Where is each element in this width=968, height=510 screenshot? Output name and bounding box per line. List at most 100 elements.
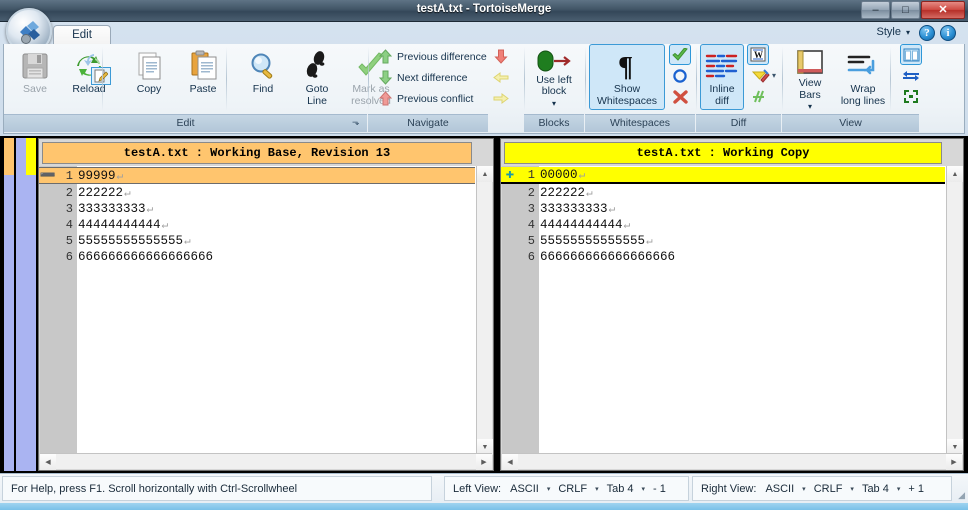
left-locator-bar-secondary[interactable] (16, 138, 26, 471)
view-bars-button[interactable]: View Bars ▾ (786, 44, 834, 113)
diff-words-button[interactable]: W (747, 44, 769, 65)
scroll-right-arrow-icon[interactable]: ▶ (946, 454, 962, 470)
table-row[interactable]: ➖ 1 99999 ↵ (39, 167, 475, 184)
table-row[interactable]: 3 333333333 ↵ (501, 201, 615, 217)
group-separator (890, 47, 891, 111)
resize-grip-icon[interactable]: ◢ (958, 490, 965, 501)
right-vertical-scrollbar[interactable]: ▲ ▼ (946, 166, 963, 455)
scroll-right-arrow-icon[interactable]: ▶ (476, 454, 492, 470)
two-pane-view-button[interactable] (900, 44, 922, 65)
highlight-marker-button[interactable]: ▾ (747, 65, 781, 86)
tab-edit[interactable]: Edit (53, 25, 111, 46)
wrap-long-lines-button[interactable]: Wrap long lines (834, 44, 892, 110)
next-conflict-button[interactable] (490, 46, 512, 67)
edit-overlay-icon[interactable] (91, 67, 111, 85)
previous-difference-button[interactable]: Previous difference (374, 46, 490, 67)
chevron-down-icon[interactable]: ▾ (797, 485, 811, 493)
table-row[interactable]: 4 44444444444 ↵ (39, 217, 168, 233)
table-row[interactable]: 2 222222 ↵ (501, 185, 593, 201)
ignore-whitespace-none-button[interactable] (669, 44, 691, 65)
find-button[interactable]: Find (236, 44, 290, 110)
chevron-down-icon: ▾ (905, 28, 910, 37)
chevron-down-icon: ▾ (771, 71, 776, 80)
style-dropdown[interactable]: Style ▾ (877, 26, 910, 38)
left-view-tab-size[interactable]: Tab 4 (604, 483, 637, 495)
line-text: 666666666666666666 (78, 250, 214, 264)
save-label: Save (23, 83, 47, 95)
goto-line-button[interactable]: Goto Line (290, 44, 344, 110)
maximize-button[interactable]: □ (891, 1, 920, 19)
scroll-left-arrow-icon[interactable]: ◀ (502, 454, 518, 470)
collapse-view-button[interactable] (900, 86, 922, 107)
chevron-down-icon[interactable]: ▾ (808, 101, 812, 113)
paste-label: Paste (189, 83, 217, 95)
up-arrow-red-icon (377, 91, 393, 107)
diff-script-button[interactable] (747, 86, 769, 107)
table-row[interactable]: 4 44444444444 ↵ (501, 217, 630, 233)
floppy-disk-icon (19, 48, 51, 84)
ignore-all-whitespace-button[interactable] (669, 86, 691, 107)
paste-button[interactable]: Paste (176, 44, 230, 110)
show-whitespaces-button[interactable]: ¶ Show Whitespaces (589, 44, 665, 110)
table-row[interactable]: 5 55555555555555 ↵ (39, 233, 191, 249)
chevron-down-icon[interactable]: ▾ (590, 485, 604, 493)
previous-inline-diff-button[interactable] (490, 67, 512, 88)
scroll-up-arrow-icon[interactable]: ▲ (947, 166, 963, 182)
left-horizontal-scrollbar[interactable]: ◀ ▶ (40, 453, 492, 470)
table-row[interactable]: 3 333333333 ↵ (39, 201, 153, 217)
save-button[interactable]: Save (8, 44, 62, 110)
info-icon[interactable]: i (940, 25, 956, 41)
right-view-tab-size[interactable]: Tab 4 (859, 483, 892, 495)
scroll-left-arrow-icon[interactable]: ◀ (40, 454, 56, 470)
line-text: 44444444444 (78, 218, 161, 232)
scroll-up-arrow-icon[interactable]: ▲ (477, 166, 493, 182)
left-view-line-ending[interactable]: CRLF (555, 483, 590, 495)
ignore-whitespace-changes-button[interactable] (669, 65, 691, 86)
previous-conflict-button[interactable]: Previous conflict (374, 88, 476, 109)
blue-circle-icon (673, 68, 687, 83)
wrap-long-lines-label: Wrap long lines (840, 83, 886, 107)
right-view-line-ending[interactable]: CRLF (811, 483, 846, 495)
group-separator (585, 47, 586, 111)
left-view-diff-count: - 1 (653, 482, 666, 495)
switch-views-button[interactable] (900, 65, 922, 86)
right-view-encoding[interactable]: ASCII (762, 483, 797, 495)
group-label-blocks: Blocks (524, 114, 584, 132)
group-separator (102, 47, 103, 111)
eol-glyph: ↵ (124, 188, 131, 200)
eol-glyph: ↵ (161, 220, 169, 232)
chevron-down-icon[interactable]: ▾ (552, 98, 556, 110)
table-row[interactable]: 6 666666666666666666 (39, 249, 214, 265)
close-button[interactable]: ✕ (921, 1, 965, 19)
inline-diff-button[interactable]: Inline diff (700, 44, 744, 110)
table-row[interactable]: 5 55555555555555 ↵ (501, 233, 653, 249)
line-number: 6 (65, 250, 73, 264)
help-icon[interactable]: ? (919, 25, 935, 41)
chevron-down-icon[interactable]: ▾ (892, 485, 906, 493)
reload-button[interactable]: Reload (62, 44, 116, 110)
diff-area: testA.txt : Working Base, Revision 13 ➖ … (0, 136, 968, 473)
chevron-down-icon[interactable]: ▾ (845, 485, 859, 493)
minimize-button[interactable]: – (861, 1, 890, 19)
left-vertical-scrollbar[interactable]: ▲ ▼ (476, 166, 493, 455)
copy-button[interactable]: Copy (122, 44, 176, 110)
table-row[interactable]: 6 666666666666666666 (501, 249, 676, 265)
left-view-status-group: Left View: ASCII ▾ CRLF ▾ Tab 4 ▾ - 1 (444, 476, 689, 501)
tortoisemerge-window: testA.txt - TortoiseMerge – □ ✕ ▾ Edit S… (0, 0, 968, 510)
left-locator-bar[interactable] (4, 138, 14, 471)
footsteps-icon (302, 48, 332, 84)
left-view-encoding[interactable]: ASCII (507, 483, 542, 495)
chevron-down-icon[interactable]: ▾ (637, 485, 651, 493)
use-left-block-button[interactable]: Use left block ▾ (526, 44, 582, 110)
table-row[interactable]: 2 222222 ↵ (39, 185, 131, 201)
edit-dialog-launcher[interactable]: ⬎ (352, 117, 364, 130)
line-text: 99999 (78, 168, 116, 183)
next-difference-button[interactable]: Next difference (374, 67, 470, 88)
next-inline-diff-button[interactable] (490, 88, 512, 109)
previous-difference-label: Previous difference (397, 50, 487, 63)
right-locator-bar[interactable] (26, 138, 36, 471)
chevron-down-icon[interactable]: ▾ (542, 485, 556, 493)
two-pane-icon (903, 48, 919, 61)
right-horizontal-scrollbar[interactable]: ◀ ▶ (502, 453, 962, 470)
table-row[interactable]: ✚ 1 00000 ↵ (501, 167, 945, 184)
